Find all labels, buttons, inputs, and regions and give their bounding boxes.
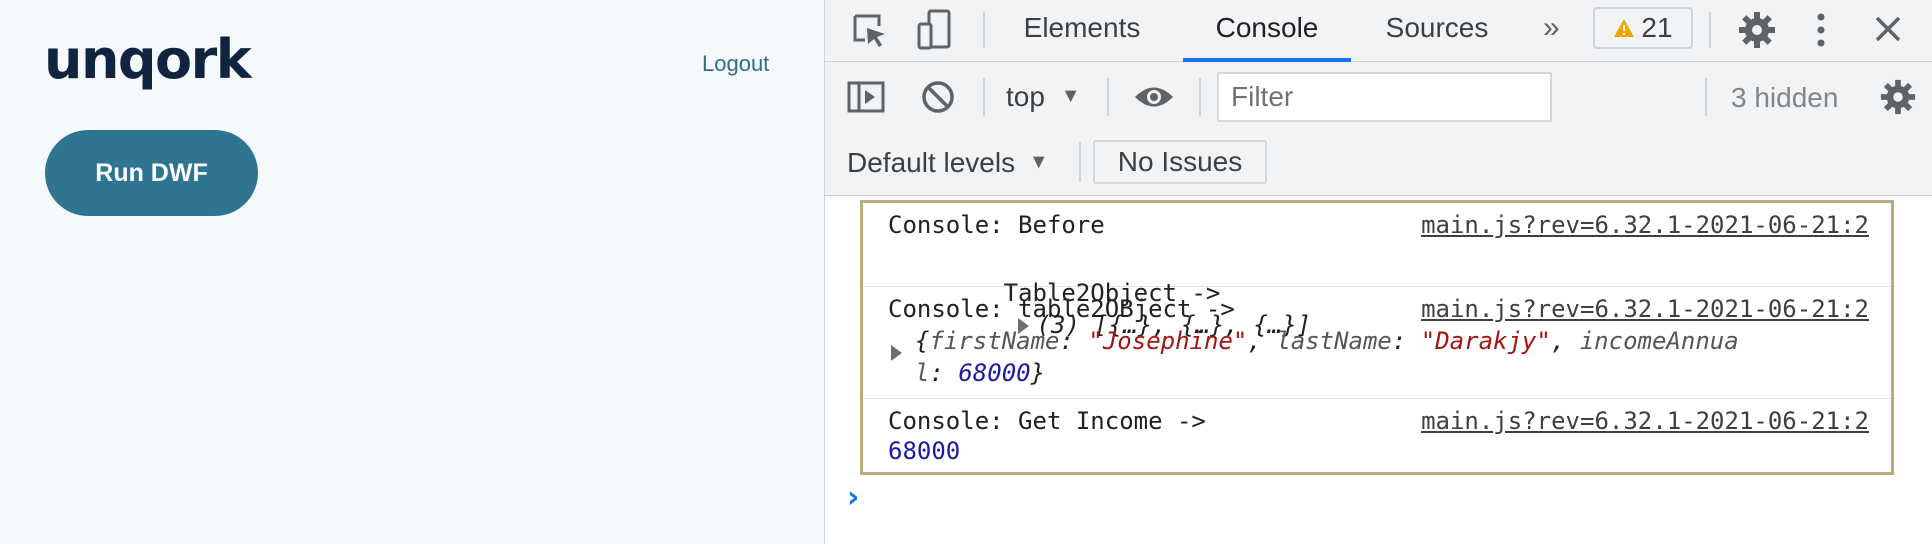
expand-triangle-icon[interactable] xyxy=(891,345,902,361)
toolbar-divider xyxy=(983,78,985,116)
toolbar-divider xyxy=(1079,142,1081,182)
sidebar-toggle-icon[interactable] xyxy=(847,81,885,113)
source-link[interactable]: main.js?rev=6.32.1-2021-06-21:2 xyxy=(1421,209,1869,241)
log-levels-label: Default levels xyxy=(847,147,1016,178)
object-preview-wrap[interactable]: l: 68000} xyxy=(915,357,1045,389)
warnings-badge[interactable]: 21 xyxy=(1593,7,1693,49)
console-prompt-icon[interactable]: › xyxy=(847,480,859,515)
console-messages: Console: Before main.js?rev=6.32.1-2021-… xyxy=(860,200,1894,475)
device-toolbar-icon[interactable] xyxy=(917,8,953,52)
toolbar-divider xyxy=(1705,78,1707,116)
live-expression-eye-icon[interactable] xyxy=(1133,84,1175,110)
toolbar-divider xyxy=(1107,78,1109,116)
income-value: 68000 xyxy=(888,437,961,465)
console-settings-gear-icon[interactable] xyxy=(1879,78,1917,116)
console-message: Console: Get Income -> main.js?rev=6.32.… xyxy=(863,399,1891,472)
dropdown-caret-icon: ▼ xyxy=(1060,85,1081,107)
toolbar-divider xyxy=(983,12,985,48)
context-value: top xyxy=(1006,81,1045,112)
kebab-menu-icon[interactable] xyxy=(1815,10,1827,50)
dropdown-caret-icon: ▼ xyxy=(1028,151,1049,173)
message-text: Console: Get Income -> xyxy=(888,407,1206,435)
console-message: Console: Before main.js?rev=6.32.1-2021-… xyxy=(863,203,1891,339)
context-select[interactable]: top ▼ xyxy=(1006,78,1081,115)
logout-link[interactable]: Logout xyxy=(702,50,769,78)
unqork-logo: unqork xyxy=(44,28,252,91)
message-text: Console: Before xyxy=(888,211,1105,239)
tab-console[interactable]: Console xyxy=(1183,0,1351,62)
source-link[interactable]: main.js?rev=6.32.1-2021-06-21:2 xyxy=(1421,293,1869,325)
devtools-tab-bar: Elements Console Sources Sources » 21 xyxy=(825,0,1932,62)
issues-button[interactable]: No Issues xyxy=(1093,140,1267,184)
tab-elements[interactable]: Elements xyxy=(1001,0,1163,62)
filter-input[interactable] xyxy=(1217,72,1552,122)
warning-icon xyxy=(1614,19,1635,37)
more-tabs-button[interactable]: » xyxy=(1543,6,1560,50)
devtools-panel: Elements Console Sources Sources » 21 xyxy=(824,0,1932,544)
hidden-messages-count: 3 hidden xyxy=(1731,82,1839,113)
close-icon[interactable] xyxy=(1873,14,1903,44)
app-pane: unqork Logout Run DWF xyxy=(0,0,824,544)
warning-count: 21 xyxy=(1641,12,1673,43)
tab-sources[interactable]: Sources xyxy=(1369,0,1505,62)
inspect-element-icon[interactable] xyxy=(851,12,889,50)
object-preview[interactable]: {firstName: "Josephine", lastName: "Dara… xyxy=(915,325,1739,357)
console-message: Console: table2OBject -> main.js?rev=6.3… xyxy=(863,287,1891,399)
source-link[interactable]: main.js?rev=6.32.1-2021-06-21:2 xyxy=(1421,405,1869,437)
log-levels-dropdown[interactable]: Default levels ▼ xyxy=(847,144,1049,181)
message-text: Console: table2OBject -> xyxy=(888,295,1235,323)
run-dwf-button[interactable]: Run DWF xyxy=(45,130,258,216)
settings-gear-icon[interactable] xyxy=(1737,10,1777,50)
toolbar-divider xyxy=(1709,12,1711,48)
toolbar-divider xyxy=(1199,78,1201,116)
clear-console-icon[interactable] xyxy=(921,80,955,114)
